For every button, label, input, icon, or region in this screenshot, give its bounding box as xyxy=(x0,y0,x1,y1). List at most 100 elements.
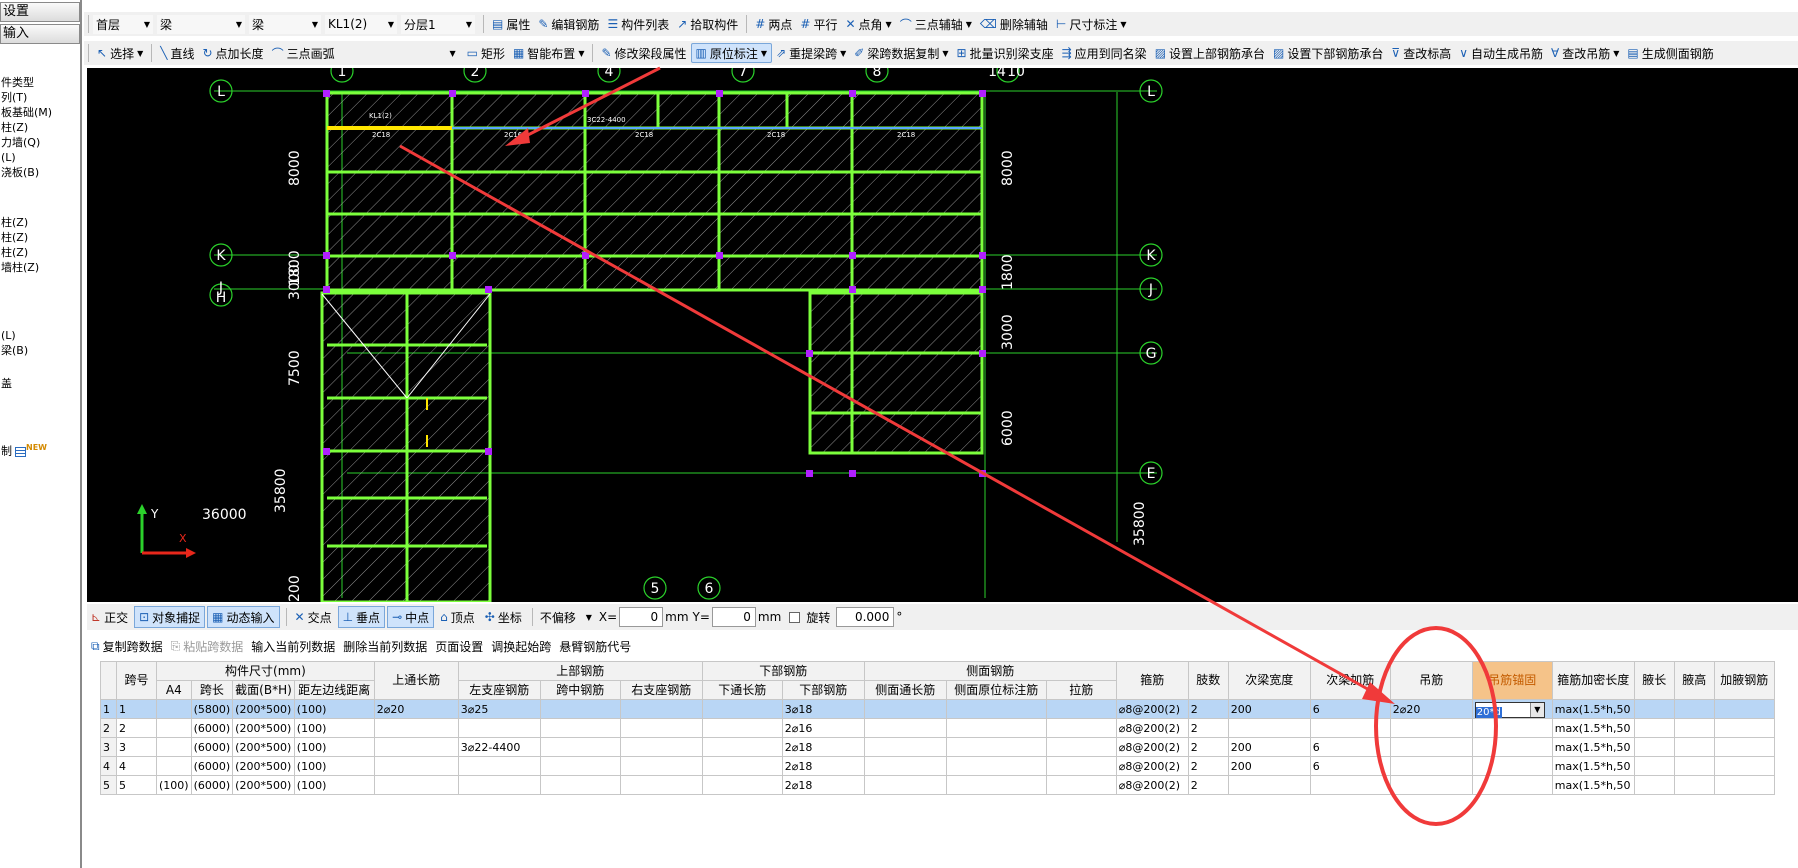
cell-tie[interactable] xyxy=(1045,737,1117,757)
tree-item[interactable]: 板基础(M) xyxy=(1,106,81,120)
cell-stirrup[interactable]: ⌀8@200(2) xyxy=(1115,718,1189,738)
cell-tie[interactable] xyxy=(1045,718,1117,738)
cell-top-through[interactable] xyxy=(373,775,459,795)
cell-haunch-rebar[interactable] xyxy=(1713,699,1775,719)
paste-span-data-button[interactable]: ⎘ 粘贴跨数据 xyxy=(167,636,248,656)
cell-length[interactable]: (5800) xyxy=(190,699,234,719)
cell-secondary-width[interactable] xyxy=(1227,718,1311,738)
table-row[interactable]: 1 1 (5800) (200*500) (100) 2⌀20 3⌀25 3⌀1… xyxy=(100,699,1775,719)
vertex-snap-toggle[interactable]: ⌂ 顶点 xyxy=(436,606,479,628)
tree-item[interactable]: 墙柱(Z) xyxy=(1,261,81,275)
cell-secondary-width[interactable]: 200 xyxy=(1227,756,1311,776)
coordinate-snap-toggle[interactable]: ✣ 坐标 xyxy=(481,606,526,628)
cell-secondary-add[interactable]: 6 xyxy=(1309,756,1391,776)
tree-item[interactable]: 件类型 xyxy=(1,76,81,90)
cell-haunch-length[interactable] xyxy=(1633,756,1675,776)
intersection-snap-toggle[interactable]: ✕ 交点 xyxy=(291,606,336,628)
cell-tie[interactable] xyxy=(1045,756,1117,776)
cell-hanger[interactable] xyxy=(1389,756,1473,776)
cell-span[interactable]: 3 xyxy=(116,737,157,757)
point-angle-button[interactable]: ✕ 点角 ▼ xyxy=(841,14,895,34)
cell-stirrup[interactable]: ⌀8@200(2) xyxy=(1115,737,1189,757)
cell-length[interactable]: (6000) xyxy=(190,718,234,738)
perpendicular-snap-toggle[interactable]: ⊥ 垂点 xyxy=(337,606,386,628)
cell-tie[interactable] xyxy=(1045,775,1117,795)
y-input[interactable]: 0 xyxy=(711,607,756,627)
hanger-anchor-dropdown[interactable]: 20*d ▼ xyxy=(1474,701,1545,718)
two-point-axis-button[interactable]: # 两点 xyxy=(751,14,796,34)
cell-right-support[interactable] xyxy=(619,718,703,738)
properties-button[interactable]: ▤ 属性 xyxy=(488,14,534,34)
cell-length[interactable]: (6000) xyxy=(190,756,234,776)
cell-span[interactable]: 2 xyxy=(116,718,157,738)
cell-secondary-width[interactable]: 200 xyxy=(1227,737,1311,757)
cell-bottom-rebar[interactable]: 2⌀18 xyxy=(781,737,865,757)
rectangle-button[interactable]: ▭ 矩形 xyxy=(463,43,509,63)
input-button[interactable]: 输入 xyxy=(0,24,80,44)
tree-item[interactable]: (L) xyxy=(1,151,81,165)
set-top-cap-button[interactable]: ▨ 设置上部钢筋承台 xyxy=(1151,43,1269,63)
cell-section[interactable]: (200*500) xyxy=(232,775,295,795)
cell-a4[interactable] xyxy=(156,737,192,757)
row-number[interactable]: 5 xyxy=(100,775,117,795)
cell-left-support[interactable] xyxy=(457,775,541,795)
page-setup-button[interactable]: 页面设置 xyxy=(431,636,487,656)
cell-hanger-anchor[interactable] xyxy=(1471,737,1553,757)
tree-item[interactable]: 柱(Z) xyxy=(1,216,81,230)
cell-mid-span[interactable] xyxy=(539,756,621,776)
cell-legs[interactable]: 2 xyxy=(1187,737,1229,757)
table-row[interactable]: 3 3 (6000) (200*500) (100) 3⌀22-4400 2⌀1… xyxy=(100,737,1775,757)
tree-item[interactable]: 柱(Z) xyxy=(1,231,81,245)
cell-legs[interactable]: 2 xyxy=(1187,756,1229,776)
cell-left-support[interactable] xyxy=(457,756,541,776)
cell-haunch-rebar[interactable] xyxy=(1713,737,1775,757)
cell-stirrup[interactable]: ⌀8@200(2) xyxy=(1115,699,1189,719)
point-length-button[interactable]: ↻ 点加长度 xyxy=(198,43,267,63)
cell-haunch-height[interactable] xyxy=(1673,699,1715,719)
tree-item[interactable]: (L) xyxy=(1,329,81,343)
cell-span[interactable]: 5 xyxy=(116,775,157,795)
cell-length[interactable]: (6000) xyxy=(190,775,234,795)
apply-same-name-button[interactable]: ⇶ 应用到同名梁 xyxy=(1058,43,1151,63)
cell-haunch-height[interactable] xyxy=(1673,737,1715,757)
check-hanger-button[interactable]: ∀ 查改吊筋 ▼ xyxy=(1547,43,1623,63)
pick-component-button[interactable]: ↗ 拾取构件 xyxy=(673,14,742,34)
cell-hanger[interactable]: 2⌀20 xyxy=(1389,699,1473,719)
cell-haunch-height[interactable] xyxy=(1673,756,1715,776)
settings-button[interactable]: 设置 xyxy=(0,2,80,22)
cell-secondary-width[interactable] xyxy=(1227,775,1311,795)
chevron-down-icon[interactable]: ▼ xyxy=(1529,702,1544,717)
inplace-annotation-button[interactable]: ▥ 原位标注 ▼ xyxy=(690,43,773,63)
re-extract-span-button[interactable]: ⇗ 重提梁跨 ▼ xyxy=(772,43,850,63)
x-input[interactable]: 0 xyxy=(619,607,664,627)
swap-start-span-button[interactable]: 调换起始跨 xyxy=(487,636,555,656)
cell-stirrup-dense[interactable]: max(1.5*h,50 xyxy=(1551,718,1635,738)
cell-haunch-rebar[interactable] xyxy=(1713,775,1775,795)
rotate-checkbox[interactable] xyxy=(789,611,801,623)
cell-distance[interactable]: (100) xyxy=(293,737,375,757)
cell-secondary-add[interactable] xyxy=(1309,775,1391,795)
cell-hanger-anchor[interactable] xyxy=(1471,718,1553,738)
row-number[interactable]: 2 xyxy=(100,718,117,738)
tree-item[interactable]: 柱(Z) xyxy=(1,121,81,135)
table-row[interactable]: 4 4 (6000) (200*500) (100) 2⌀18 ⌀8@200(2… xyxy=(100,756,1775,776)
offset-mode-select[interactable]: 不偏移 ▼ xyxy=(536,607,595,627)
cell-haunch-height[interactable] xyxy=(1673,775,1715,795)
cell-bottom-through[interactable] xyxy=(701,737,783,757)
cell-stirrup-dense[interactable]: max(1.5*h,50 xyxy=(1551,737,1635,757)
cell-side-inplace[interactable] xyxy=(945,775,1047,795)
cell-haunch-length[interactable] xyxy=(1633,775,1675,795)
parallel-axis-button[interactable]: # 平行 xyxy=(796,14,841,34)
row-number[interactable]: 4 xyxy=(100,756,117,776)
cell-a4[interactable] xyxy=(156,718,192,738)
cell-span[interactable]: 1 xyxy=(116,699,157,719)
tree-item[interactable]: 列(T) xyxy=(1,91,81,105)
cell-left-support[interactable]: 3⌀22-4400 xyxy=(457,737,541,757)
table-row[interactable]: 2 2 (6000) (200*500) (100) 2⌀16 ⌀8@200(2… xyxy=(100,718,1775,738)
cell-haunch-length[interactable] xyxy=(1633,718,1675,738)
cell-side-inplace[interactable] xyxy=(945,699,1047,719)
copy-span-data-button[interactable]: ✐ 梁跨数据复制 ▼ xyxy=(850,43,952,63)
floor-select[interactable]: 首层 ▼ xyxy=(93,14,153,34)
cell-bottom-rebar[interactable]: 2⌀18 xyxy=(781,775,865,795)
table-row[interactable]: 5 5 (100) (6000) (200*500) (100) 2⌀18 ⌀8… xyxy=(100,775,1775,795)
